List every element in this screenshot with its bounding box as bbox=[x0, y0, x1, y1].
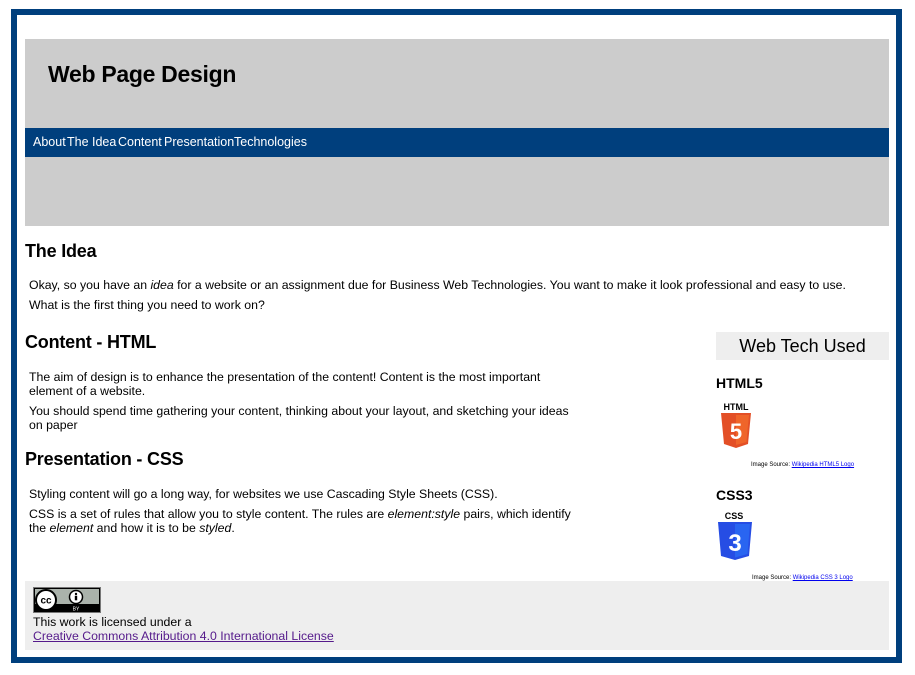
idea-text-1b: for a website or an assignment due for B… bbox=[173, 278, 846, 292]
cc-text: cc bbox=[40, 596, 52, 607]
presentation-text-2c: and how it is to be bbox=[93, 521, 200, 535]
license-text: This work is licensed under a bbox=[33, 615, 192, 629]
idea-text-1a: Okay, so you have an bbox=[29, 278, 151, 292]
presentation-heading: Presentation - CSS bbox=[25, 449, 184, 469]
presentation-emphasis-3: styled bbox=[199, 521, 232, 535]
presentation-text-2a: CSS is a set of rules that allow you to … bbox=[29, 507, 388, 521]
presentation-paragraph-2: CSS is a set of rules that allow you to … bbox=[29, 507, 589, 535]
nav-item-content[interactable]: Content bbox=[118, 135, 162, 149]
by-person-head bbox=[74, 592, 78, 596]
html5-image-source: Image Source: Wikipedia HTML5 Logo bbox=[751, 462, 854, 468]
by-person-body bbox=[74, 595, 78, 601]
html5-logo-text: HTML bbox=[724, 402, 749, 412]
css3-logo-icon: CSS 3 bbox=[718, 511, 752, 560]
css3-logo-text: CSS bbox=[725, 511, 744, 521]
sidebar-title: Web Tech Used bbox=[716, 332, 889, 360]
site-footer: cc BY This work is licensed under a Crea… bbox=[25, 581, 889, 650]
page-frame: Web Page Design About The Idea Content P… bbox=[11, 9, 902, 663]
idea-heading: The Idea bbox=[25, 241, 97, 261]
nav-item-technologies[interactable]: Technologies bbox=[234, 135, 307, 149]
license-link[interactable]: Creative Commons Attribution 4.0 Interna… bbox=[33, 629, 334, 643]
content-paragraph-1: The aim of design is to enhance the pres… bbox=[29, 370, 541, 398]
nav-item-the-idea[interactable]: The Idea bbox=[67, 135, 116, 149]
cc-by-glyphs: cc BY bbox=[35, 589, 84, 613]
by-text: BY bbox=[73, 607, 80, 613]
html5-source-label: Image Source: bbox=[751, 462, 792, 468]
site-header: Web Page Design About The Idea Content P… bbox=[25, 39, 889, 226]
main-nav: About The Idea Content Presentation Tech… bbox=[25, 128, 889, 157]
html5-heading: HTML5 bbox=[716, 375, 763, 391]
content-paragraph-2: You should spend time gathering your con… bbox=[29, 404, 569, 432]
html5-source-link[interactable]: Wikipedia HTML5 Logo bbox=[792, 462, 854, 468]
nav-item-about[interactable]: About bbox=[33, 135, 66, 149]
nav-item-presentation[interactable]: Presentation bbox=[164, 135, 234, 149]
html5-logo-number: 5 bbox=[730, 419, 742, 444]
presentation-paragraph-1: Styling content will go a long way, for … bbox=[29, 487, 498, 501]
idea-paragraph-2: What is the first thing you need to work… bbox=[29, 298, 265, 312]
presentation-emphasis-2: element bbox=[49, 521, 94, 535]
content-heading: Content - HTML bbox=[25, 332, 157, 352]
html5-logo-icon: HTML 5 bbox=[721, 402, 751, 448]
cc-by-icon[interactable]: cc BY bbox=[33, 587, 101, 613]
site-title: Web Page Design bbox=[48, 61, 237, 87]
css3-logo-number: 3 bbox=[728, 530, 741, 557]
idea-emphasis: idea bbox=[150, 278, 174, 292]
css3-heading: CSS3 bbox=[716, 487, 753, 503]
presentation-text-2d: . bbox=[231, 521, 235, 535]
presentation-emphasis-1: element:style bbox=[387, 507, 461, 521]
idea-paragraph-1: Okay, so you have an idea for a website … bbox=[29, 278, 879, 292]
